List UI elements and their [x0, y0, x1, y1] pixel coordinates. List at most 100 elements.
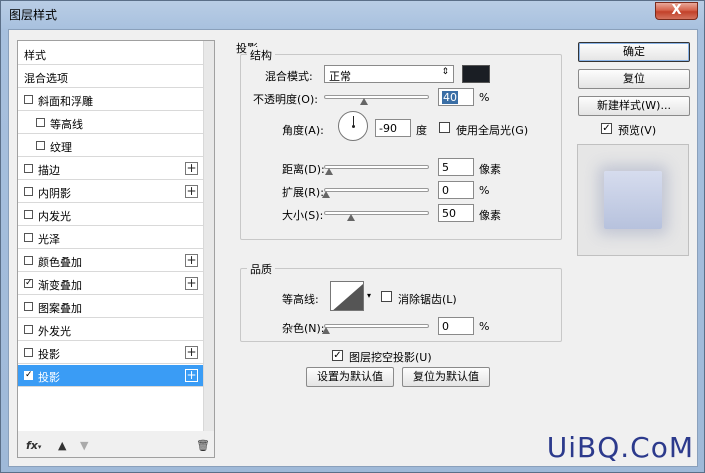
move-up-icon[interactable]: ▲: [58, 439, 66, 452]
close-button[interactable]: X: [655, 2, 698, 20]
distance-slider[interactable]: [324, 165, 429, 175]
style-item-label: 等高线: [50, 118, 83, 131]
preview-checkbox[interactable]: ✓: [601, 123, 612, 134]
style-list-items: 样式混合选项斜面和浮雕等高线纹理描边 + 内阴影 + 内发光光泽颜色叠加 + ✓ 渐变叠加 + 图…: [18, 41, 204, 431]
distance-slider-knob[interactable]: [325, 168, 333, 175]
fx-icon[interactable]: fx▾: [26, 439, 41, 452]
trash-icon[interactable]: 🗑: [196, 439, 210, 452]
add-effect-icon[interactable]: +: [185, 346, 198, 359]
style-item-label: 内阴影: [38, 187, 71, 200]
noise-input[interactable]: 0: [438, 317, 474, 335]
style-item-checkbox[interactable]: [36, 118, 45, 127]
style-list-item[interactable]: ✓ 投影 +: [18, 365, 204, 387]
style-list-item[interactable]: 描边 +: [18, 158, 204, 180]
style-item-checkbox[interactable]: [24, 187, 33, 196]
opacity-input[interactable]: 40: [438, 88, 474, 106]
blend-mode-select[interactable]: 正常 ⇕: [324, 65, 454, 83]
style-item-label: 投影: [38, 371, 60, 384]
style-item-label: 外发光: [38, 325, 71, 338]
style-item-checkbox[interactable]: ✓: [24, 371, 33, 380]
style-item-label: 渐变叠加: [38, 279, 82, 292]
angle-dial[interactable]: [338, 111, 368, 141]
style-list-item[interactable]: 等高线: [18, 112, 204, 134]
ok-button[interactable]: 确定: [578, 42, 690, 62]
select-arrow-icon: ⇕: [441, 67, 449, 77]
style-list-item[interactable]: 内阴影 +: [18, 181, 204, 203]
shadow-color-swatch[interactable]: [462, 65, 490, 83]
structure-title: 结构: [247, 47, 275, 63]
size-slider-knob[interactable]: [347, 214, 355, 221]
noise-slider[interactable]: [322, 324, 429, 334]
preview-label: 预览(V): [618, 124, 657, 137]
layer-style-dialog: 图层样式 X 样式混合选项斜面和浮雕等高线纹理描边 + 内阴影 + 内发光光泽颜色叠加 +…: [0, 0, 705, 473]
distance-input[interactable]: 5: [438, 158, 474, 176]
antialias-checkbox[interactable]: [381, 291, 392, 302]
size-unit: 像素: [479, 209, 501, 222]
style-list-item[interactable]: 投影 +: [18, 342, 204, 364]
add-effect-icon[interactable]: +: [185, 369, 198, 382]
style-list-item[interactable]: 图案叠加: [18, 296, 204, 318]
style-item-checkbox[interactable]: [24, 302, 33, 311]
style-item-checkbox[interactable]: [24, 233, 33, 242]
style-list-item[interactable]: 外发光: [18, 319, 204, 341]
opacity-slider-knob[interactable]: [360, 98, 368, 105]
style-item-checkbox[interactable]: [24, 325, 33, 334]
contour-curve-icon: [333, 284, 363, 310]
contour-label: 等高线:: [282, 293, 319, 306]
spread-slider-knob[interactable]: [322, 191, 330, 198]
global-light-checkbox[interactable]: [439, 122, 450, 133]
opacity-label: 不透明度(O):: [253, 93, 318, 106]
style-item-checkbox[interactable]: [24, 348, 33, 357]
style-item-checkbox[interactable]: [36, 141, 45, 150]
structure-group: 结构 混合模式: 正常 ⇕ 不透明度(O): 40 % 角度(A): -90 度…: [240, 47, 562, 240]
reset-button[interactable]: 复位: [578, 69, 690, 89]
style-item-label: 纹理: [50, 141, 72, 154]
angle-input[interactable]: -90: [375, 119, 411, 137]
size-input[interactable]: 50: [438, 204, 474, 222]
add-effect-icon[interactable]: +: [185, 277, 198, 290]
style-item-label: 混合选项: [24, 72, 68, 85]
new-style-button[interactable]: 新建样式(W)...: [578, 96, 690, 116]
style-item-label: 样式: [24, 49, 46, 62]
style-list-item[interactable]: 纹理: [18, 135, 204, 157]
style-list-item[interactable]: 样式: [18, 43, 204, 65]
size-value: 50: [442, 207, 456, 220]
reset-default-button[interactable]: 复位为默认值: [402, 367, 490, 387]
style-item-checkbox[interactable]: [24, 164, 33, 173]
add-effect-icon[interactable]: +: [185, 185, 198, 198]
style-item-label: 内发光: [38, 210, 71, 223]
size-slider[interactable]: [324, 211, 429, 221]
add-effect-icon[interactable]: +: [185, 254, 198, 267]
spread-unit: %: [479, 184, 490, 197]
style-list-item[interactable]: 颜色叠加 +: [18, 250, 204, 272]
style-item-label: 光泽: [38, 233, 60, 246]
style-list-toolbar: fx▾ ▲ ▼ 🗑: [18, 436, 214, 458]
distance-unit: 像素: [479, 163, 501, 176]
style-list-item[interactable]: 混合选项: [18, 66, 204, 88]
style-item-label: 图案叠加: [38, 302, 82, 315]
contour-picker[interactable]: [330, 281, 364, 311]
style-list-item[interactable]: 光泽: [18, 227, 204, 249]
contour-dropdown-icon[interactable]: ▾: [367, 291, 371, 300]
move-down-icon[interactable]: ▼: [80, 439, 88, 452]
title-bar[interactable]: 图层样式 X: [1, 1, 704, 27]
style-item-checkbox[interactable]: [24, 256, 33, 265]
style-list-item[interactable]: 斜面和浮雕: [18, 89, 204, 111]
window-title: 图层样式: [9, 8, 58, 22]
style-list-item[interactable]: 内发光: [18, 204, 204, 226]
style-item-checkbox[interactable]: [24, 95, 33, 104]
make-default-button[interactable]: 设置为默认值: [306, 367, 394, 387]
angle-label: 角度(A):: [282, 124, 324, 137]
noise-slider-knob[interactable]: [322, 327, 330, 334]
knockout-checkbox[interactable]: ✓: [332, 350, 343, 361]
spread-input[interactable]: 0: [438, 181, 474, 199]
add-effect-icon[interactable]: +: [185, 162, 198, 175]
style-item-checkbox[interactable]: ✓: [24, 279, 33, 288]
opacity-slider[interactable]: [324, 95, 429, 105]
knockout-label: 图层挖空投影(U): [349, 351, 432, 364]
blend-mode-label: 混合模式:: [265, 70, 313, 83]
style-list-scrollbar[interactable]: [203, 41, 214, 431]
style-item-checkbox[interactable]: [24, 210, 33, 219]
spread-slider[interactable]: [322, 188, 429, 198]
style-list-item[interactable]: ✓ 渐变叠加 +: [18, 273, 204, 295]
